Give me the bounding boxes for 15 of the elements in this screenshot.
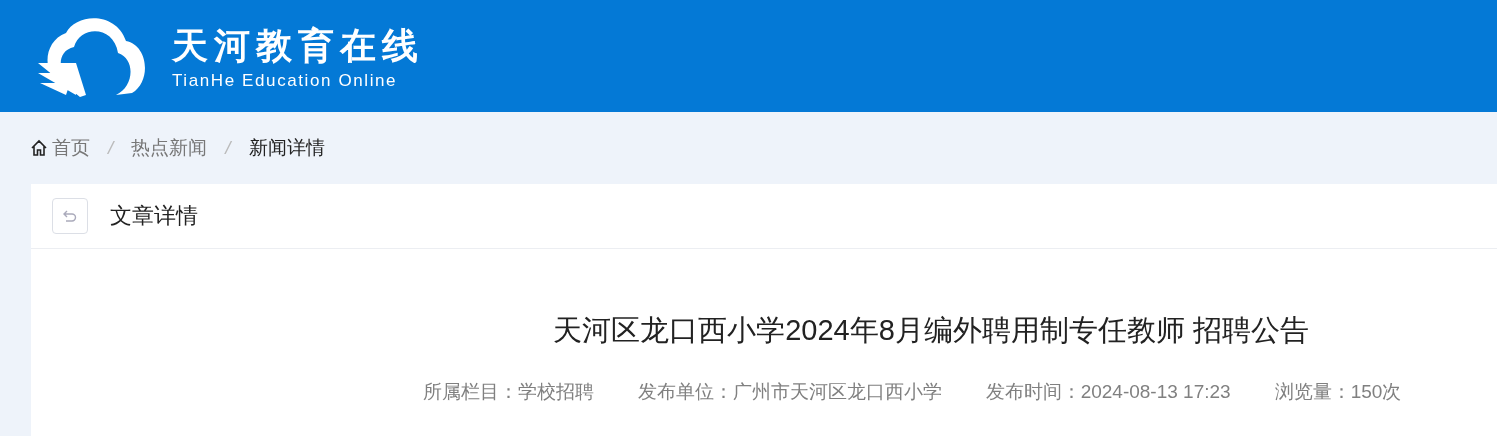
site-title: 天河教育在线	[172, 25, 424, 65]
site-subtitle: TianHe Education Online	[172, 71, 399, 91]
article-meta: 发布单位：广州市天河区龙口西小学	[637, 380, 942, 404]
breadcrumb-link[interactable]: 新闻详情	[248, 135, 325, 161]
home-icon[interactable]	[30, 139, 48, 157]
breadcrumb-link[interactable]: 首页	[52, 135, 90, 161]
article-meta: 所属栏目：学校招聘	[422, 380, 594, 404]
back-icon	[62, 209, 78, 223]
article-title: 天河区龙口西小学2024年8月编外聘用制专任教师 招聘公告	[553, 313, 1309, 348]
breadcrumb-link[interactable]: 热点新闻	[131, 135, 208, 161]
breadcrumb-separator: /	[225, 137, 231, 159]
article-meta: 发布时间：2024-08-13 17:23	[985, 380, 1231, 404]
article-meta: 浏览量：150次	[1274, 380, 1402, 404]
card-title: 文章详情	[110, 202, 198, 230]
breadcrumb-separator: /	[108, 137, 114, 159]
